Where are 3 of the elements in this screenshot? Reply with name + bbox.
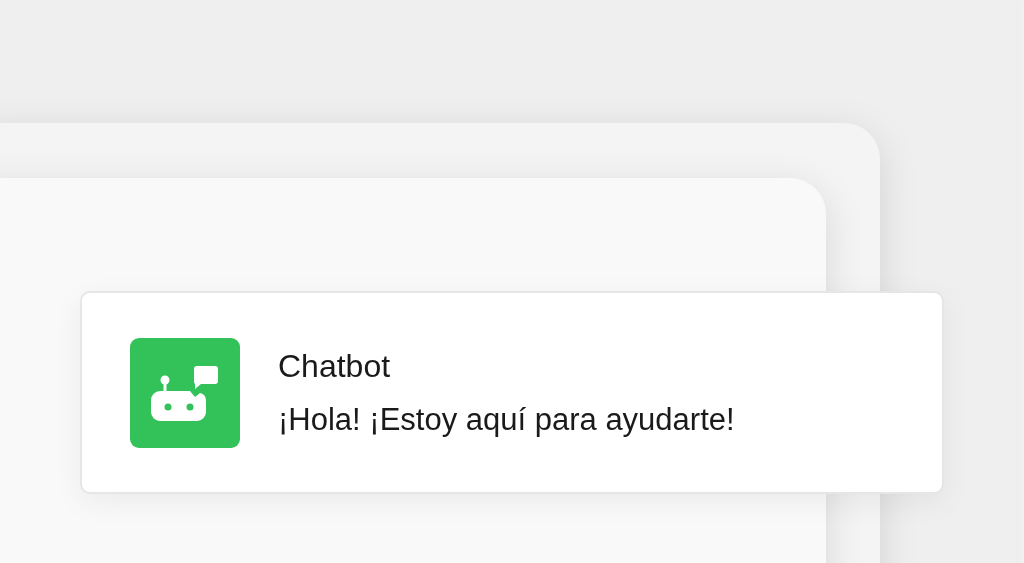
notification-title: Chatbot — [278, 350, 392, 382]
notification-message: ¡Hola! ¡Estoy aquí para ayudarte! — [278, 404, 735, 435]
robot-icon — [130, 337, 240, 448]
